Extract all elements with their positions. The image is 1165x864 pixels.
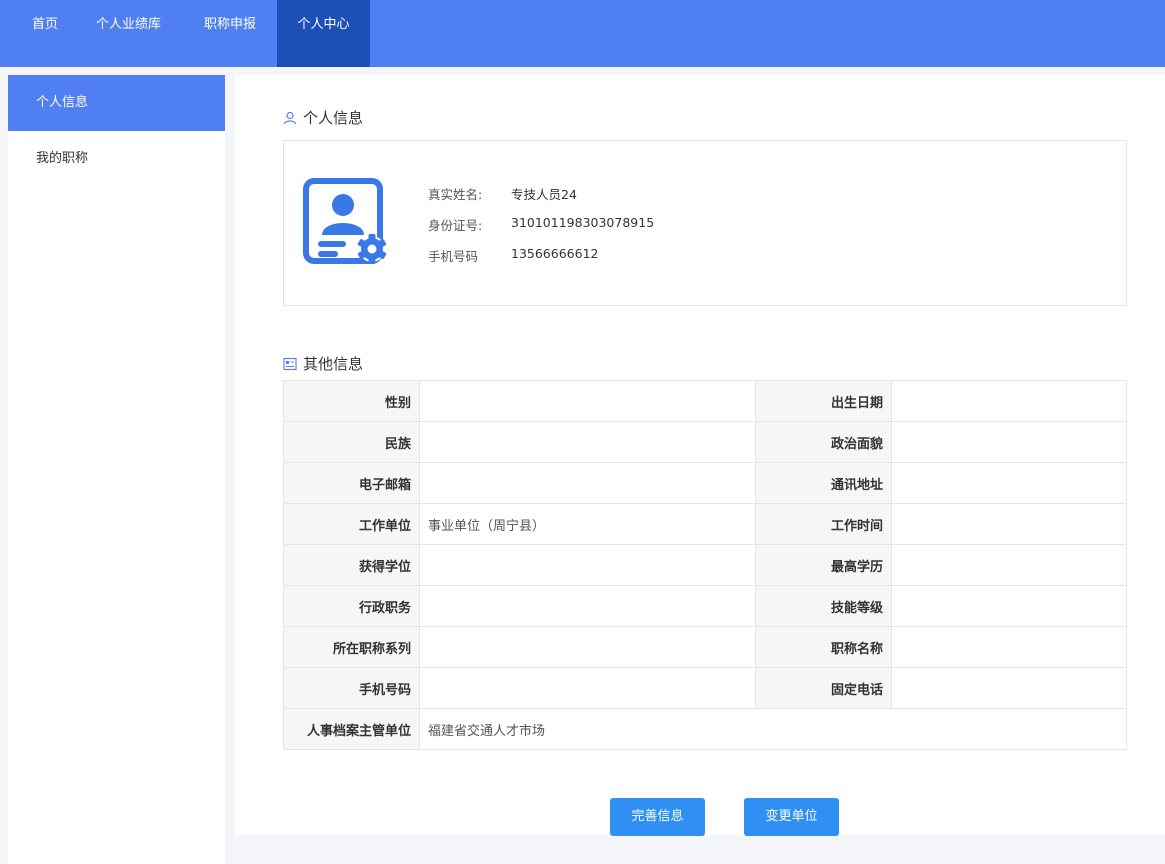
table-row: 所在职称系列 职称名称 bbox=[283, 626, 1127, 668]
user-icon bbox=[283, 111, 297, 125]
cell-label: 获得学位 bbox=[283, 544, 420, 586]
cell-label: 技能等级 bbox=[755, 585, 892, 627]
table-row: 行政职务 技能等级 bbox=[283, 585, 1127, 627]
other-info-title-text: 其他信息 bbox=[303, 355, 364, 373]
personal-info-card: 真实姓名: 专技人员24 身份证号: 310101198303078915 手机… bbox=[283, 140, 1127, 306]
cell-value bbox=[419, 380, 756, 422]
cell-value bbox=[419, 421, 756, 463]
table-row: 民族 政治面貌 bbox=[283, 421, 1127, 463]
cell-value bbox=[891, 462, 1127, 504]
field-label: 真实姓名: bbox=[428, 187, 483, 202]
cell-label: 人事档案主管单位 bbox=[283, 708, 420, 750]
cell-label: 手机号码 bbox=[283, 667, 420, 709]
table-row: 人事档案主管单位 福建省交通人才市场 bbox=[283, 708, 1127, 750]
cell-label: 职称名称 bbox=[755, 626, 892, 668]
cell-value bbox=[419, 544, 756, 586]
field-label: 手机号码 bbox=[428, 249, 479, 264]
cell-value bbox=[891, 503, 1127, 545]
cell-label: 电子邮箱 bbox=[283, 462, 420, 504]
field-value: 310101198303078915 bbox=[511, 215, 655, 230]
main-content: 个人信息 真实姓名: 专技人员24 身份证号: 3101011983030789… bbox=[235, 75, 1165, 836]
table-row: 获得学位 最高学历 bbox=[283, 544, 1127, 586]
sidebar-item-my-title[interactable]: 我的职称 bbox=[8, 131, 225, 187]
cell-label: 通讯地址 bbox=[755, 462, 892, 504]
nav-item-title-application[interactable]: 职称申报 bbox=[204, 0, 256, 67]
cell-value bbox=[891, 380, 1127, 422]
field-label: 身份证号: bbox=[428, 218, 483, 233]
cell-label: 最高学历 bbox=[755, 544, 892, 586]
sidebar-item-personal-info[interactable]: 个人信息 bbox=[8, 75, 225, 131]
field-phone: 手机号码 13566666612 bbox=[428, 246, 654, 277]
cell-value bbox=[419, 626, 756, 668]
table-row: 工作单位 事业单位（周宁县） 工作时间 bbox=[283, 503, 1127, 545]
change-unit-button[interactable]: 变更单位 bbox=[744, 798, 839, 836]
cell-label: 性别 bbox=[283, 380, 420, 422]
table-row: 性别 出生日期 bbox=[283, 380, 1127, 422]
cell-value bbox=[419, 585, 756, 627]
table-row: 手机号码 固定电话 bbox=[283, 667, 1127, 709]
cell-value bbox=[891, 585, 1127, 627]
cell-value bbox=[419, 667, 756, 709]
cell-value bbox=[891, 544, 1127, 586]
cell-value: 福建省交通人才市场 bbox=[419, 708, 1127, 750]
cell-label: 固定电话 bbox=[755, 667, 892, 709]
field-value: 专技人员24 bbox=[511, 187, 577, 202]
nav-item-personal-center[interactable]: 个人中心 bbox=[277, 0, 370, 67]
cell-label: 民族 bbox=[283, 421, 420, 463]
cell-label: 出生日期 bbox=[755, 380, 892, 422]
cell-label: 工作时间 bbox=[755, 503, 892, 545]
cell-value bbox=[891, 626, 1127, 668]
personal-info-title: 个人信息 bbox=[283, 107, 363, 128]
table-row: 电子邮箱 通讯地址 bbox=[283, 462, 1127, 504]
cell-label: 政治面貌 bbox=[755, 421, 892, 463]
cell-label: 所在职称系列 bbox=[283, 626, 420, 668]
cell-value bbox=[891, 421, 1127, 463]
cell-value bbox=[891, 667, 1127, 709]
field-value: 13566666612 bbox=[511, 246, 599, 261]
personal-info-title-text: 个人信息 bbox=[303, 109, 364, 127]
nav-item-home[interactable]: 首页 bbox=[32, 0, 58, 67]
cell-label: 行政职务 bbox=[283, 585, 420, 627]
cell-value: 事业单位（周宁县） bbox=[419, 503, 756, 545]
field-id-number: 身份证号: 310101198303078915 bbox=[428, 215, 654, 246]
other-info-title: 其他信息 bbox=[283, 353, 363, 374]
complete-info-button[interactable]: 完善信息 bbox=[610, 798, 705, 836]
nav-item-performance[interactable]: 个人业绩库 bbox=[96, 0, 161, 67]
cell-value bbox=[419, 462, 756, 504]
personal-info-fields: 真实姓名: 专技人员24 身份证号: 310101198303078915 手机… bbox=[428, 184, 654, 277]
profile-settings-icon bbox=[302, 177, 398, 277]
id-card-icon bbox=[283, 357, 297, 371]
sidebar: 个人信息 我的职称 bbox=[8, 75, 225, 864]
field-real-name: 真实姓名: 专技人员24 bbox=[428, 184, 654, 215]
cell-label: 工作单位 bbox=[283, 503, 420, 545]
top-nav: 首页 个人业绩库 职称申报 个人中心 bbox=[0, 0, 1165, 67]
other-info-table: 性别 出生日期 民族 政治面貌 电子邮箱 通讯地址 工作单位 事业单位（周宁县） bbox=[283, 380, 1127, 750]
